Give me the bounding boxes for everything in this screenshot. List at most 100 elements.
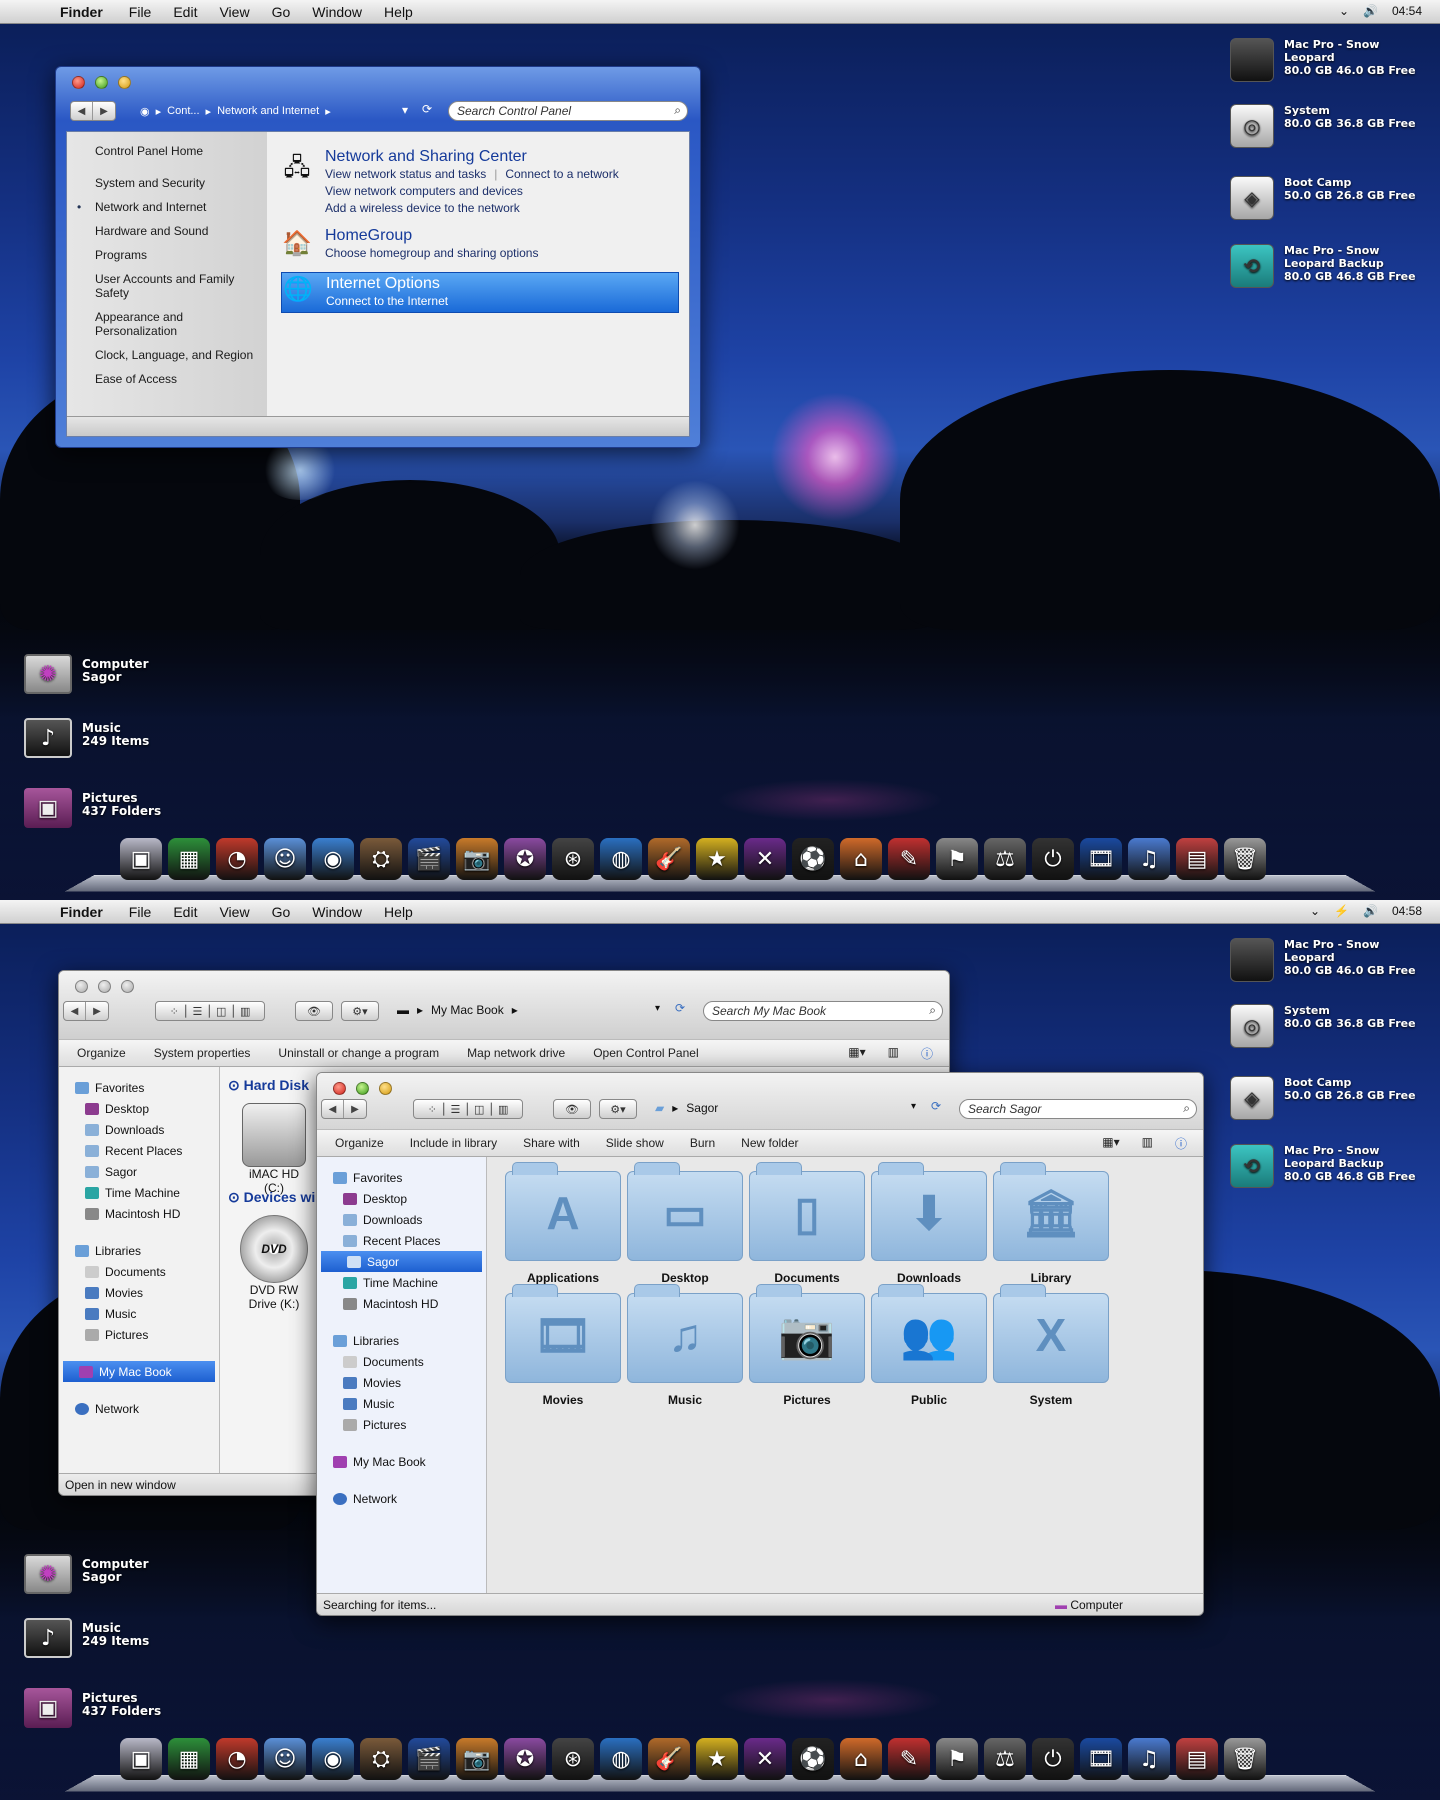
location-label[interactable]: Sagor: [686, 1101, 718, 1115]
forward-arrow-icon[interactable]: ▶: [344, 1100, 366, 1118]
nav-network-internet[interactable]: Network and Internet: [95, 200, 267, 214]
nav-sagor[interactable]: Sagor: [59, 1161, 219, 1182]
share-with-button[interactable]: Share with: [523, 1136, 580, 1150]
dock-home-icon[interactable]: ⌂: [840, 1738, 882, 1780]
dock-x-icon[interactable]: ✕: [744, 838, 786, 880]
dock-music-notes-icon[interactable]: ♫: [1128, 838, 1170, 880]
zoom-button[interactable]: [95, 76, 108, 89]
dropdown-arrow-icon[interactable]: ▾: [911, 1101, 916, 1112]
menu-edit[interactable]: Edit: [173, 904, 197, 920]
location-path[interactable]: ▬ ▸ My Mac Book ▸: [397, 1003, 518, 1017]
breadcrumb[interactable]: ◉ ▸ Cont... ▸ Network and Internet ▸: [140, 101, 440, 121]
dropdown-arrow-icon[interactable]: ▾: [655, 1003, 660, 1014]
desktop-drive[interactable]: ◎ System 80.0 GB 36.8 GB Free: [1230, 104, 1430, 156]
breadcrumb-item[interactable]: Network and Internet: [217, 105, 319, 117]
menu-window[interactable]: Window: [312, 4, 362, 20]
nav-sagor[interactable]: Sagor: [321, 1251, 482, 1272]
dock-x-icon[interactable]: ✕: [744, 1738, 786, 1780]
nav-programs[interactable]: Programs: [95, 248, 267, 262]
nav-appearance[interactable]: Appearance and Personalization: [95, 310, 267, 338]
folder-system[interactable]: X System: [991, 1284, 1111, 1413]
dock-movie-strip-icon[interactable]: 🎞: [1080, 838, 1122, 880]
dock-safari-like-icon[interactable]: ✪: [504, 1738, 546, 1780]
organize-button[interactable]: Organize: [335, 1136, 384, 1150]
back-arrow-icon[interactable]: ◀: [64, 1002, 86, 1020]
section-title[interactable]: Internet Options: [326, 275, 678, 293]
folder-downloads[interactable]: ⬇ Downloads: [869, 1162, 989, 1291]
chevron-down-icon[interactable]: ⌄: [1339, 4, 1349, 18]
folder-applications[interactable]: A Applications: [503, 1162, 623, 1291]
menu-clock[interactable]: 04:58: [1392, 904, 1422, 918]
dock-scale-icon[interactable]: ⚖: [984, 1738, 1026, 1780]
nav-documents[interactable]: Documents: [59, 1261, 219, 1282]
nav-my-mac-book[interactable]: My Mac Book: [63, 1361, 215, 1382]
dock-itunes-disc-icon[interactable]: ◉: [312, 1738, 354, 1780]
dock-hanger-icon[interactable]: ⚑: [936, 1738, 978, 1780]
drive-dvd-rw[interactable]: DVD DVD RW Drive (K:): [234, 1215, 314, 1311]
menu-clock[interactable]: 04:54: [1392, 4, 1422, 18]
nav-time-machine[interactable]: Time Machine: [317, 1272, 486, 1293]
dock-garageband-icon[interactable]: 🎸: [648, 838, 690, 880]
location-label[interactable]: My Mac Book: [431, 1003, 504, 1017]
zoom-button[interactable]: [121, 980, 134, 993]
nav-time-machine[interactable]: Time Machine: [59, 1182, 219, 1203]
dock-home-icon[interactable]: ⌂: [840, 838, 882, 880]
quick-look-button[interactable]: 👁: [553, 1099, 591, 1119]
nav-recent-places[interactable]: Recent Places: [59, 1140, 219, 1161]
desktop-drive[interactable]: ⟲ Mac Pro - Snow Leopard Backup 80.0 GB 4…: [1230, 244, 1430, 296]
dock-star-icon[interactable]: ★: [696, 838, 738, 880]
dock-docs-icon[interactable]: ▤: [1176, 838, 1218, 880]
dock-safari-like-icon[interactable]: ✪: [504, 838, 546, 880]
drive-imac-hd[interactable]: iMAC HD (C:): [234, 1103, 314, 1195]
dock-paint-icon[interactable]: ✎: [888, 1738, 930, 1780]
system-properties-button[interactable]: System properties: [154, 1046, 251, 1060]
location-path[interactable]: ▰ ▸ Sagor: [655, 1101, 718, 1115]
preview-pane-icon[interactable]: ▥: [1142, 1135, 1153, 1152]
desktop-drive[interactable]: ◈ Boot Camp 50.0 GB 26.8 GB Free: [1230, 1076, 1430, 1128]
uninstall-program-button[interactable]: Uninstall or change a program: [278, 1046, 439, 1060]
quick-look-button[interactable]: 👁: [295, 1001, 333, 1021]
nav-downloads[interactable]: Downloads: [59, 1119, 219, 1140]
menu-help[interactable]: Help: [384, 904, 413, 920]
desktop-item-computer[interactable]: ✺ Computer Sagor: [24, 654, 148, 694]
desktop-item-music[interactable]: ♪ Music 249 Items: [24, 718, 149, 758]
desktop-item-pictures[interactable]: ▣ Pictures 437 Folders: [24, 1688, 161, 1728]
nav-downloads[interactable]: Downloads: [317, 1209, 486, 1230]
view-mode-buttons[interactable]: ⁘ │ ☰ │ ◫ │ ▥: [413, 1099, 523, 1119]
nav-control-panel-home[interactable]: Control Panel Home: [95, 144, 267, 158]
view-options-icon[interactable]: ▦▾: [1102, 1135, 1119, 1152]
desktop-drive[interactable]: Mac Pro - Snow Leopard 80.0 GB 46.0 GB Fr…: [1230, 938, 1430, 990]
menu-go[interactable]: Go: [272, 4, 291, 20]
dock-music-notes-icon[interactable]: ♫: [1128, 1738, 1170, 1780]
folder-desktop[interactable]: ▭ Desktop: [625, 1162, 745, 1291]
dock-hanger-icon[interactable]: ⚑: [936, 838, 978, 880]
minimize-button[interactable]: [98, 980, 111, 993]
dock-movie-strip-icon[interactable]: 🎞: [1080, 1738, 1122, 1780]
dock-dashboard-icon[interactable]: ◔: [216, 838, 258, 880]
dock-firefox-icon[interactable]: ◍: [600, 1738, 642, 1780]
dock-power-icon[interactable]: ⏻: [1032, 838, 1074, 880]
folder-public[interactable]: 👥 Public: [869, 1284, 989, 1413]
task-link[interactable]: View network computers and devices: [325, 183, 689, 200]
task-link[interactable]: Add a wireless device to the network: [325, 200, 689, 217]
folder-pictures[interactable]: 📷 Pictures: [747, 1284, 867, 1413]
action-gear-button[interactable]: ⚙▾: [599, 1099, 637, 1119]
nav-macintosh-hd[interactable]: Macintosh HD: [59, 1203, 219, 1224]
nav-network[interactable]: Network: [317, 1488, 486, 1509]
nav-favorites[interactable]: Favorites: [317, 1167, 486, 1188]
dock-paint-icon[interactable]: ✎: [888, 838, 930, 880]
dock-imovie-icon[interactable]: 🎬: [408, 1738, 450, 1780]
nav-desktop[interactable]: Desktop: [59, 1098, 219, 1119]
menu-help[interactable]: Help: [384, 4, 413, 20]
nav-macintosh-hd[interactable]: Macintosh HD: [317, 1293, 486, 1314]
folder-movies[interactable]: 🎞 Movies: [503, 1284, 623, 1413]
nav-user-accounts[interactable]: User Accounts and Family Safety: [95, 272, 267, 300]
dock-trash-icon[interactable]: 🗑: [1224, 1738, 1266, 1780]
dock-trash-icon[interactable]: 🗑: [1224, 838, 1266, 880]
search-my-mac-book-input[interactable]: Search My Mac Book ⌕: [703, 1001, 943, 1021]
dock-scale-icon[interactable]: ⚖: [984, 838, 1026, 880]
include-in-library-button[interactable]: Include in library: [410, 1136, 497, 1150]
task-link[interactable]: Connect to the Internet: [326, 293, 678, 310]
nav-music[interactable]: Music: [59, 1303, 219, 1324]
dock-imac-icon[interactable]: ▣: [120, 1738, 162, 1780]
